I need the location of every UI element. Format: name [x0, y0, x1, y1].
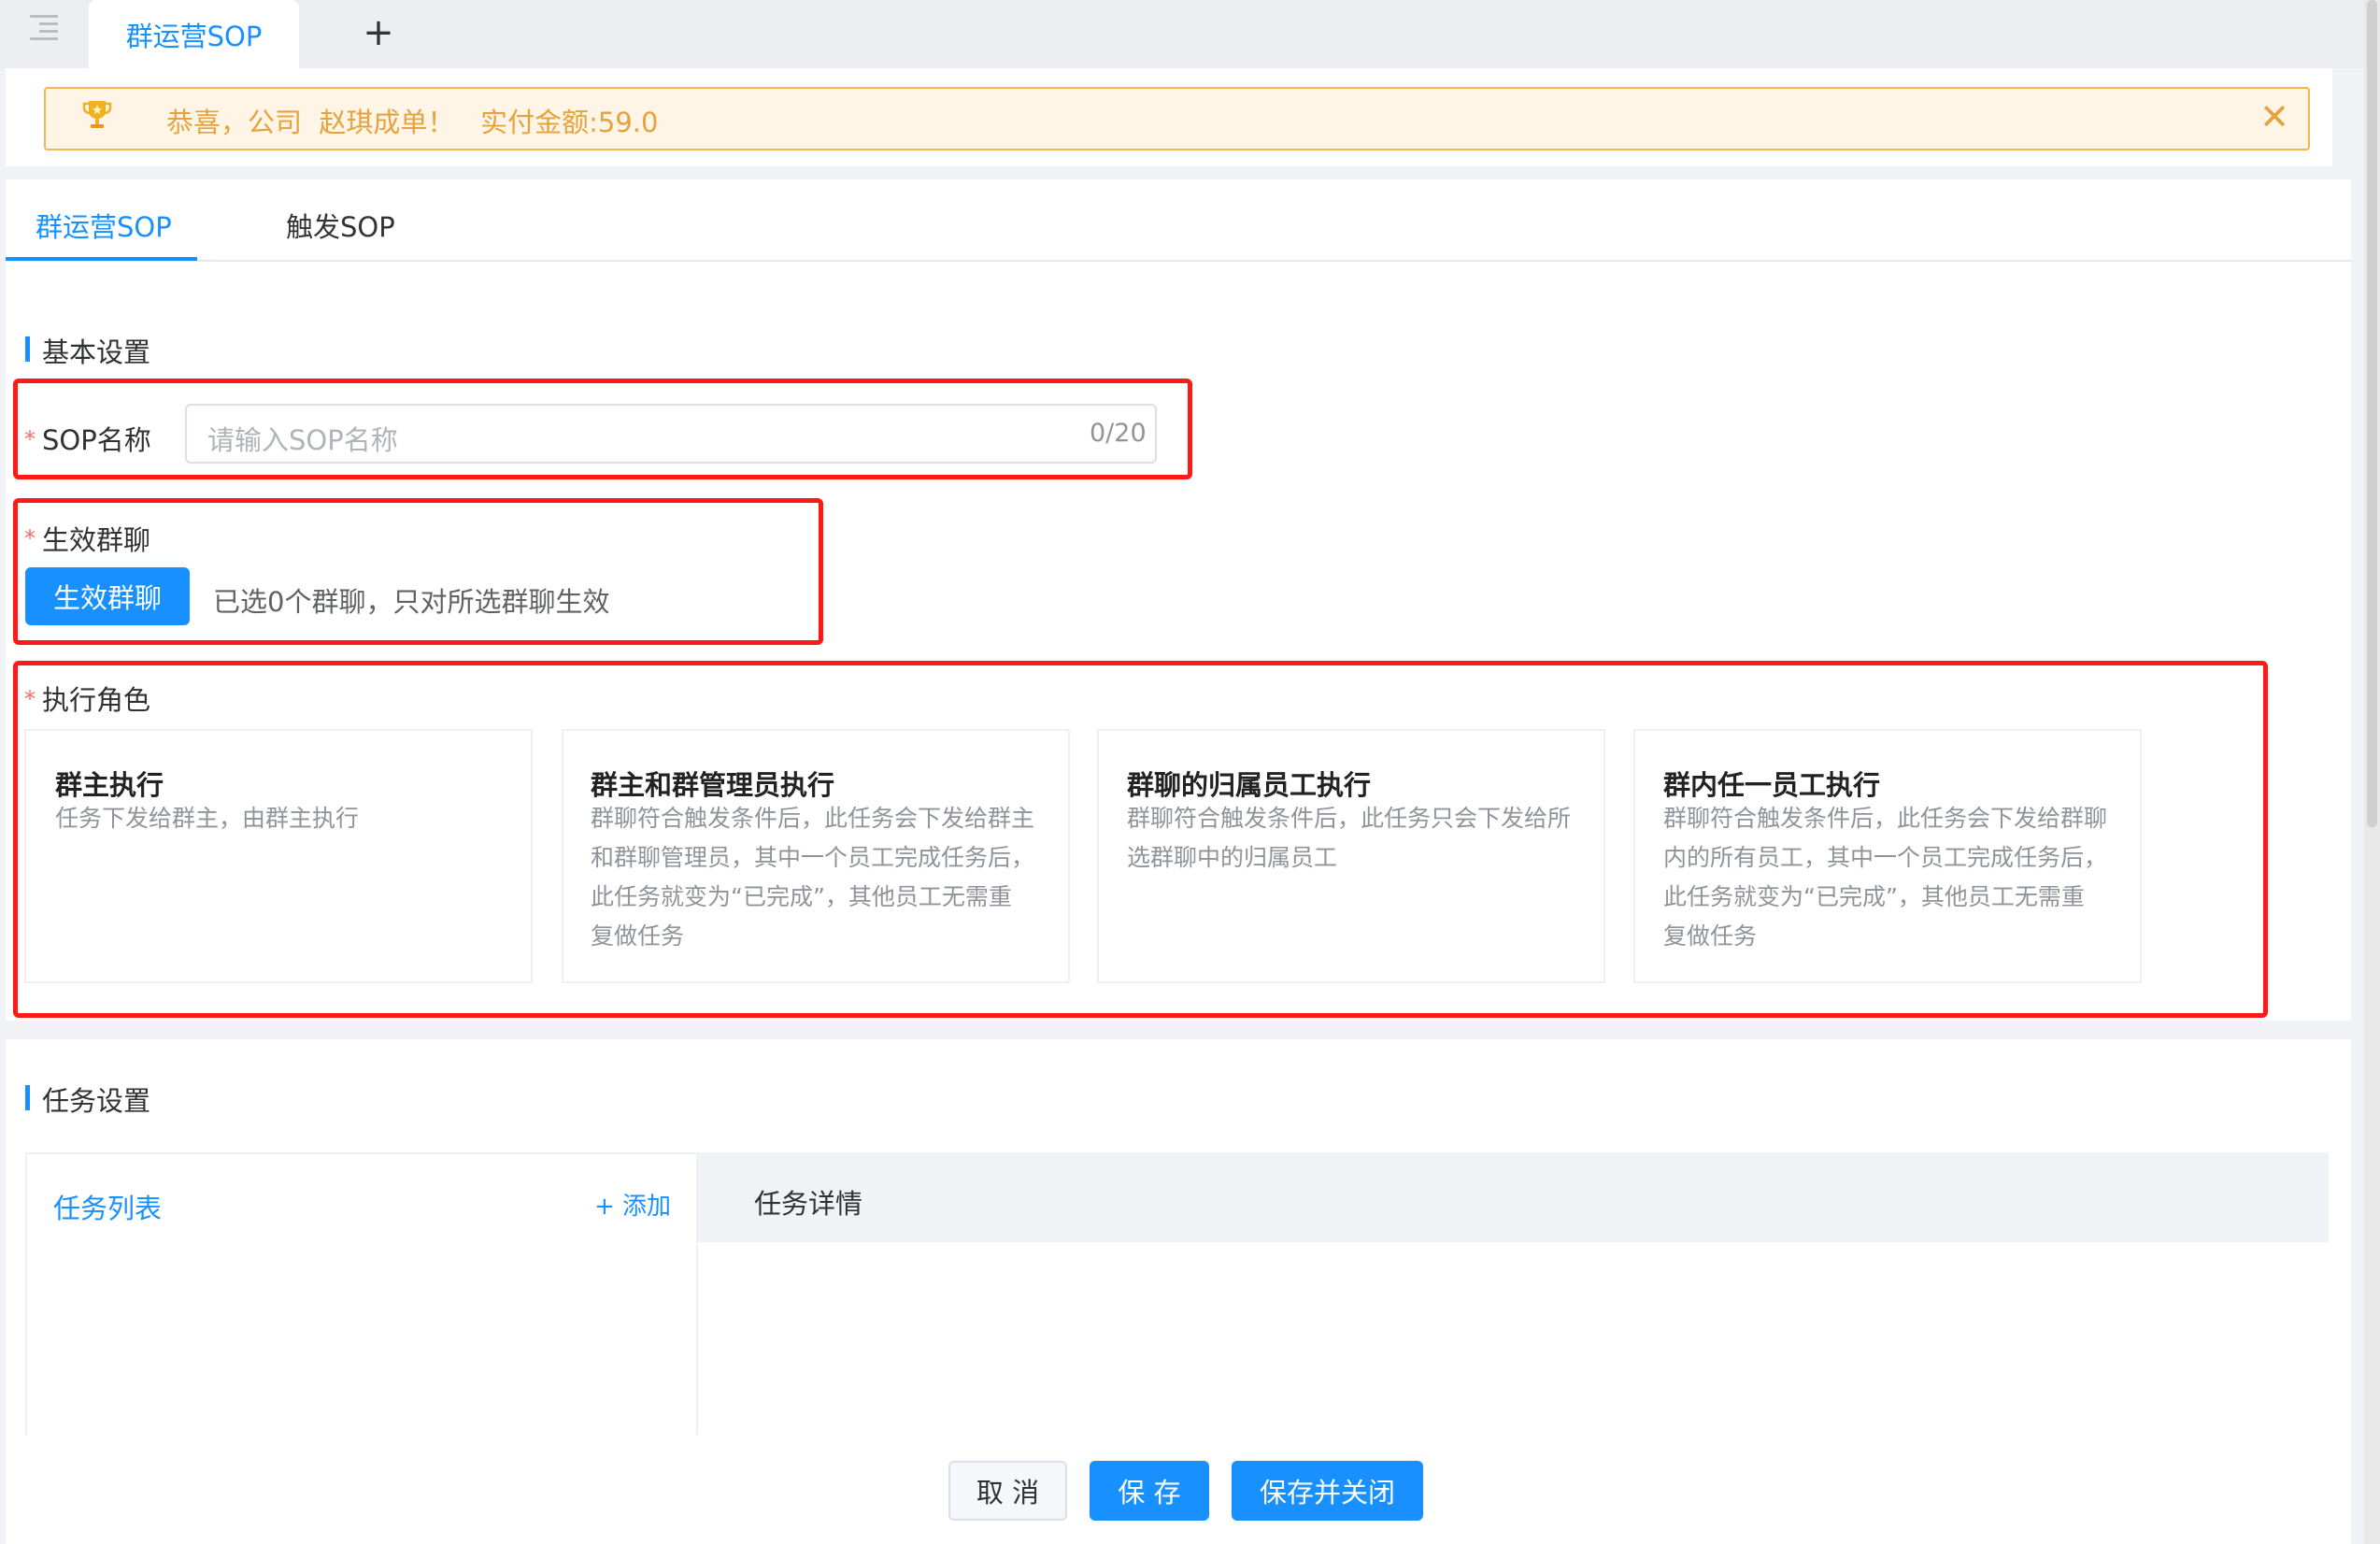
section-title-basic: 基本设置 [42, 336, 151, 368]
task-list-title: 任务列表 [53, 1193, 163, 1224]
save-button[interactable]: 保 存 [1090, 1461, 1209, 1521]
highlight-box-roles [13, 661, 2268, 1018]
save-and-close-button[interactable]: 保存并关闭 [1232, 1461, 1423, 1521]
tab-trigger-sop[interactable]: 触发SOP [286, 206, 395, 245]
highlight-box-sop-name [13, 379, 1192, 479]
task-detail-header [698, 1152, 2329, 1242]
active-tab-indicator [6, 257, 197, 261]
highlight-box-groups [13, 498, 823, 645]
scrollbar-thumb[interactable] [2367, 0, 2377, 827]
tab-group-sop[interactable]: 群运营SOP [89, 0, 299, 68]
add-task-button[interactable]: + 添加 [594, 1187, 671, 1222]
add-tab-button[interactable]: + [360, 9, 397, 56]
task-detail-title: 任务详情 [754, 1188, 863, 1220]
notice-message: 恭喜，公司 赵琪成单！ 实付金额:59.0 [166, 107, 659, 138]
trophy-icon [80, 97, 114, 131]
section-title-tasks: 任务设置 [42, 1085, 151, 1117]
top-tab-bar [0, 0, 2364, 68]
cancel-button[interactable]: 取 消 [948, 1461, 1067, 1521]
close-icon[interactable]: ✕ [2256, 96, 2293, 137]
tab-group-operation-sop[interactable]: 群运营SOP [36, 206, 172, 245]
section-marker [25, 336, 30, 362]
section-marker [25, 1085, 30, 1110]
menu-collapse-icon[interactable] [24, 9, 64, 47]
tabs-divider [6, 260, 2351, 262]
